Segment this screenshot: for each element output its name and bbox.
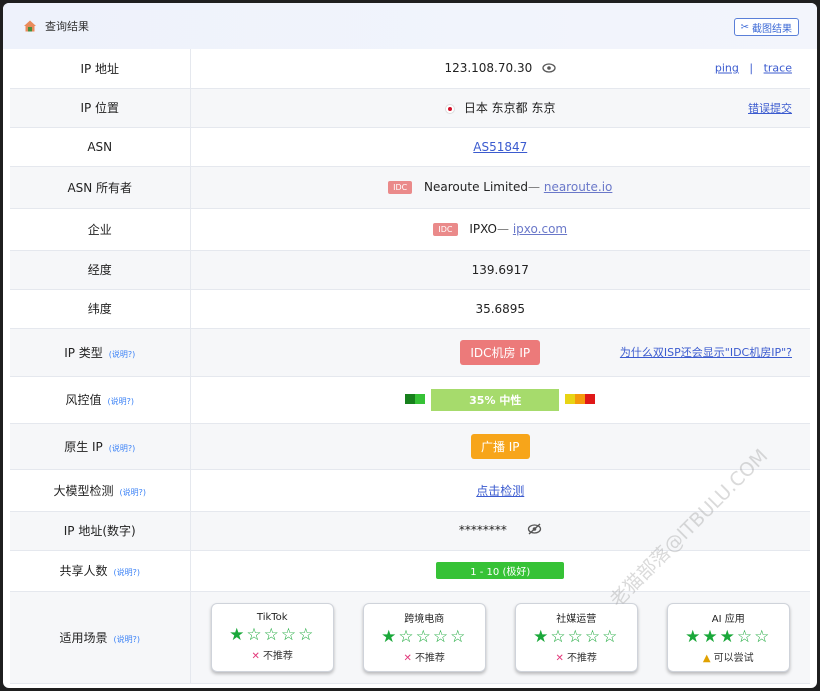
star-rating: ★☆☆☆☆ — [381, 627, 468, 647]
scene-card-social: 社媒运营 ★☆☆☆☆ ✕ 不推荐 — [514, 602, 638, 672]
scene-card-tiktok: TikTok ★☆☆☆☆ ✕ 不推荐 — [210, 602, 334, 672]
star-rating: ★☆☆☆☆ — [229, 625, 316, 645]
risk-low-segments — [405, 393, 426, 407]
scene-card-ecommerce: 跨境电商 ★☆☆☆☆ ✕ 不推荐 — [362, 602, 486, 672]
home-icon — [23, 19, 37, 33]
ip-numeric-label: IP 地址(数字) — [10, 511, 191, 551]
asn-owner-name: Nearoute Limited — [424, 180, 529, 194]
scene-cards: TikTok ★☆☆☆☆ ✕ 不推荐 跨境电商 ★☆☆☆☆ ✕ 不推荐 社媒运营 ★… — [191, 593, 811, 682]
row-ip-type: IP 类型 (说明?) IDC机房 IP 为什么双ISP还会显示"IDC机房IP"… — [10, 328, 810, 377]
native-ip-badge: 广播 IP — [470, 433, 530, 459]
company-name: IPXO — [469, 222, 498, 236]
ip-address-value: 123.108.70.30 — [444, 61, 533, 75]
link-separator: | — [749, 61, 754, 75]
report-error-link[interactable]: 错误提交 — [748, 100, 792, 116]
scene-name: 跨境电商 — [404, 614, 445, 625]
row-ip-address: IP 地址 123.108.70.30 ping | trace — [10, 49, 810, 89]
result-header: 查询结果 ✂ 截图结果 — [3, 3, 817, 49]
risk-hint-link[interactable]: (说明?) — [108, 397, 135, 406]
shared-users-hint-link[interactable]: (说明?) — [114, 568, 141, 577]
scenes-hint-link[interactable]: (说明?) — [114, 635, 141, 644]
row-ip-location: IP 位置 日本 东京都 东京 错误提交 — [10, 88, 810, 128]
row-company: 企业 IDC IPXO— ipxo.com — [10, 208, 810, 251]
asn-link[interactable]: AS51847 — [473, 140, 527, 154]
ip-address-label: IP 地址 — [10, 49, 191, 89]
llm-detect-hint-link[interactable]: (说明?) — [120, 488, 147, 497]
idc-tag: IDC — [433, 223, 458, 236]
row-longitude: 经度 139.6917 — [10, 250, 810, 290]
scene-name: 社媒运营 — [556, 614, 597, 625]
shared-users-bar: 1 - 10 (极好) — [436, 562, 565, 579]
star-rating: ★☆☆☆☆ — [533, 627, 620, 647]
screenshot-button[interactable]: ✂ 截图结果 — [733, 18, 799, 36]
scene-verdict: 可以尝试 — [713, 653, 754, 664]
trace-link[interactable]: trace — [764, 62, 792, 75]
scissors-icon: ✂ — [740, 21, 749, 33]
eye-off-icon[interactable] — [527, 523, 542, 538]
row-asn-owner: ASN 所有者 IDC Nearoute Limited— nearoute.i… — [10, 166, 810, 209]
ip-location-label: IP 位置 — [10, 88, 191, 128]
risk-high-segments — [565, 393, 596, 407]
scenes-label: 适用场景 — [59, 630, 108, 645]
native-ip-label: 原生 IP — [64, 439, 103, 454]
scene-name: AI 应用 — [711, 614, 745, 625]
scene-verdict: 不推荐 — [262, 651, 293, 662]
star-rating: ★★★☆☆ — [685, 627, 772, 647]
asn-label: ASN — [10, 127, 191, 167]
company-domain-link[interactable]: ipxo.com — [513, 222, 567, 236]
company-dash: — — [497, 222, 510, 236]
asn-owner-dash: — — [528, 180, 541, 194]
scene-card-ai: AI 应用 ★★★☆☆ ▲ 可以尝试 — [666, 602, 790, 672]
idc-tag: IDC — [388, 181, 413, 194]
ip-location-value: 日本 东京都 东京 — [463, 101, 556, 115]
row-native-ip: 原生 IP (说明?) 广播 IP — [10, 423, 810, 470]
risk-label: 风控值 — [65, 393, 102, 407]
warning-icon: ▲ — [702, 653, 711, 664]
cross-icon: ✕ — [555, 653, 564, 664]
dual-isp-question-link[interactable]: 为什么双ISP还会显示"IDC机房IP"? — [620, 344, 792, 360]
latitude-label: 纬度 — [10, 289, 191, 329]
latitude-value: 35.6895 — [190, 289, 810, 329]
scene-verdict: 不推荐 — [414, 653, 445, 664]
llm-detect-link[interactable]: 点击检测 — [476, 484, 524, 498]
row-asn: ASN AS51847 — [10, 127, 810, 167]
asn-owner-domain-link[interactable]: nearoute.io — [544, 180, 613, 194]
row-risk: 风控值 (说明?) 35% 中性 — [10, 376, 810, 424]
japan-flag-icon — [445, 103, 456, 114]
company-label: 企业 — [10, 208, 191, 251]
longitude-value: 139.6917 — [190, 250, 810, 290]
llm-detect-label: 大模型检测 — [53, 483, 114, 498]
cross-icon: ✕ — [251, 651, 260, 662]
ping-link[interactable]: ping — [715, 62, 739, 75]
native-ip-hint-link[interactable]: (说明?) — [109, 444, 136, 453]
asn-owner-label: ASN 所有者 — [10, 166, 191, 209]
row-llm-detect: 大模型检测 (说明?) 点击检测 — [10, 469, 810, 512]
ip-numeric-value: ******** — [458, 523, 507, 537]
shared-users-label: 共享人数 — [59, 564, 108, 578]
header-title: 查询结果 — [45, 20, 89, 33]
row-shared-users: 共享人数 (说明?) 1 - 10 (极好) — [10, 550, 810, 592]
cross-icon: ✕ — [403, 653, 412, 664]
eye-icon[interactable] — [542, 62, 556, 76]
risk-value: 35% 中性 — [431, 388, 560, 411]
ip-type-label: IP 类型 — [64, 345, 103, 360]
row-ip-numeric: IP 地址(数字) ******** — [10, 511, 810, 551]
longitude-label: 经度 — [10, 250, 191, 290]
scene-verdict: 不推荐 — [566, 653, 597, 664]
row-scenes: 适用场景 (说明?) TikTok ★☆☆☆☆ ✕ 不推荐 跨境电商 ★☆☆☆☆ ✕… — [10, 591, 811, 684]
risk-meter: 35% 中性 — [405, 388, 596, 411]
info-table: IP 地址 123.108.70.30 ping | trace IP 位置 日… — [10, 49, 810, 684]
scene-name: TikTok — [256, 612, 288, 623]
ip-type-badge: IDC机房 IP — [460, 339, 541, 365]
row-latitude: 纬度 35.6895 — [10, 289, 810, 329]
screenshot-button-label: 截图结果 — [752, 23, 792, 35]
ip-type-hint-link[interactable]: (说明?) — [109, 350, 136, 359]
result-card: 查询结果 ✂ 截图结果 IP 地址 123.108.70.30 ping | t… — [3, 3, 817, 688]
